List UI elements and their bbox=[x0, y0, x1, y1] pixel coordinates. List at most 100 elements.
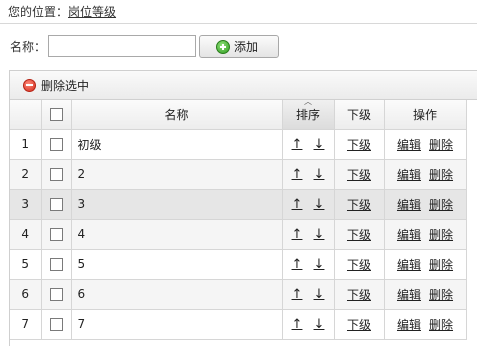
row-select-cell bbox=[41, 129, 72, 160]
row-checkbox[interactable] bbox=[49, 258, 63, 271]
row-sub-cell: 下级 bbox=[334, 159, 385, 190]
edit-link[interactable]: 编辑 bbox=[397, 258, 421, 272]
search-row: 名称： bbox=[10, 35, 197, 57]
delete-link[interactable]: 删除 bbox=[429, 258, 453, 272]
header-name[interactable]: 名称 bbox=[71, 100, 283, 130]
grade-table: 名称 ︿ 排序 下级 操作 1 初级 ↑ ↓ 下级 编辑 删除 2 2 ↑ ↓ 下级 编辑 删除 3 3 ↑ ↓ 下… bbox=[10, 97, 467, 340]
delete-link[interactable]: 删除 bbox=[429, 228, 453, 242]
row-ops-cell: 编辑 删除 bbox=[384, 279, 467, 310]
header-sort[interactable]: ︿ 排序 bbox=[282, 97, 335, 130]
sort-asc-icon: ︿ bbox=[304, 97, 312, 106]
delete-link[interactable]: 删除 bbox=[429, 198, 453, 212]
edit-link[interactable]: 编辑 bbox=[397, 138, 421, 152]
row-name: 6 bbox=[71, 279, 283, 310]
move-down-arrow-icon[interactable]: ↓ bbox=[313, 167, 325, 182]
row-sub-cell: 下级 bbox=[334, 219, 385, 250]
table-row[interactable]: 7 7 ↑ ↓ 下级 编辑 删除 bbox=[10, 309, 467, 340]
edit-link[interactable]: 编辑 bbox=[397, 198, 421, 212]
row-sort-cell: ↑ ↓ bbox=[282, 279, 335, 310]
row-ops-cell: 编辑 删除 bbox=[384, 189, 467, 220]
row-name: 3 bbox=[71, 189, 283, 220]
move-up-arrow-icon[interactable]: ↑ bbox=[291, 317, 303, 332]
sub-level-link[interactable]: 下级 bbox=[347, 138, 371, 152]
sub-level-link[interactable]: 下级 bbox=[347, 168, 371, 182]
header-sub: 下级 bbox=[334, 100, 385, 130]
delete-link[interactable]: 删除 bbox=[429, 168, 453, 182]
row-sub-cell: 下级 bbox=[334, 249, 385, 280]
sub-level-link[interactable]: 下级 bbox=[347, 198, 371, 212]
table-row[interactable]: 6 6 ↑ ↓ 下级 编辑 删除 bbox=[10, 279, 467, 310]
move-up-arrow-icon[interactable]: ↑ bbox=[291, 227, 303, 242]
move-down-arrow-icon[interactable]: ↓ bbox=[313, 317, 325, 332]
move-up-arrow-icon[interactable]: ↑ bbox=[291, 167, 303, 182]
sub-level-link[interactable]: 下级 bbox=[347, 318, 371, 332]
select-all-checkbox[interactable] bbox=[49, 108, 63, 122]
row-name: 4 bbox=[71, 219, 283, 250]
row-checkbox[interactable] bbox=[49, 288, 63, 301]
delete-link[interactable]: 删除 bbox=[429, 138, 453, 152]
row-checkbox[interactable] bbox=[49, 138, 63, 151]
row-checkbox[interactable] bbox=[49, 318, 63, 331]
sub-level-link[interactable]: 下级 bbox=[347, 228, 371, 242]
row-sub-cell: 下级 bbox=[334, 279, 385, 310]
row-sort-cell: ↑ ↓ bbox=[282, 309, 335, 340]
move-down-arrow-icon[interactable]: ↓ bbox=[313, 257, 325, 272]
move-down-arrow-icon[interactable]: ↓ bbox=[313, 287, 325, 302]
search-label: 名称： bbox=[10, 39, 47, 54]
name-search-input[interactable] bbox=[48, 35, 197, 57]
data-grid: 删除选中 名称 ︿ 排序 下级 操作 1 初级 ↑ ↓ 下级 编辑 删除 2 2 ↑ ↓ bbox=[9, 70, 477, 346]
row-select-cell bbox=[41, 249, 72, 280]
row-number: 4 bbox=[10, 219, 42, 250]
row-ops-cell: 编辑 删除 bbox=[384, 159, 467, 190]
row-select-cell bbox=[41, 279, 72, 310]
move-up-arrow-icon[interactable]: ↑ bbox=[291, 257, 303, 272]
row-sort-cell: ↑ ↓ bbox=[282, 129, 335, 160]
delete-link[interactable]: 删除 bbox=[429, 318, 453, 332]
edit-link[interactable]: 编辑 bbox=[397, 318, 421, 332]
edit-link[interactable]: 编辑 bbox=[397, 168, 421, 182]
breadcrumb-current-link[interactable]: 岗位等级 bbox=[68, 5, 116, 19]
table-row[interactable]: 2 2 ↑ ↓ 下级 编辑 删除 bbox=[10, 159, 467, 190]
edit-link[interactable]: 编辑 bbox=[397, 288, 421, 302]
delete-link[interactable]: 删除 bbox=[429, 288, 453, 302]
row-number: 1 bbox=[10, 129, 42, 160]
delete-selected-button[interactable]: 删除选中 bbox=[41, 77, 89, 94]
row-sort-cell: ↑ ↓ bbox=[282, 189, 335, 220]
sub-level-link[interactable]: 下级 bbox=[347, 288, 371, 302]
header-rownum bbox=[10, 100, 42, 130]
row-number: 5 bbox=[10, 249, 42, 280]
row-ops-cell: 编辑 删除 bbox=[384, 249, 467, 280]
header-divider bbox=[0, 23, 477, 24]
edit-link[interactable]: 编辑 bbox=[397, 228, 421, 242]
table-row[interactable]: 1 初级 ↑ ↓ 下级 编辑 删除 bbox=[10, 129, 467, 160]
row-name: 2 bbox=[71, 159, 283, 190]
row-checkbox[interactable] bbox=[49, 198, 63, 211]
sub-level-link[interactable]: 下级 bbox=[347, 258, 371, 272]
minus-circle-icon[interactable] bbox=[23, 78, 36, 92]
row-checkbox[interactable] bbox=[49, 168, 63, 181]
row-sort-cell: ↑ ↓ bbox=[282, 249, 335, 280]
row-select-cell bbox=[41, 189, 72, 220]
row-ops-cell: 编辑 删除 bbox=[384, 219, 467, 250]
move-up-arrow-icon[interactable]: ↑ bbox=[291, 287, 303, 302]
move-down-arrow-icon[interactable]: ↓ bbox=[313, 227, 325, 242]
add-button-label: 添加 bbox=[234, 40, 259, 54]
move-up-arrow-icon[interactable]: ↑ bbox=[291, 197, 303, 212]
table-row[interactable]: 5 5 ↑ ↓ 下级 编辑 删除 bbox=[10, 249, 467, 280]
add-button[interactable]: 添加 bbox=[199, 35, 279, 58]
header-ops: 操作 bbox=[384, 100, 467, 130]
row-sort-cell: ↑ ↓ bbox=[282, 159, 335, 190]
row-sub-cell: 下级 bbox=[334, 189, 385, 220]
row-ops-cell: 编辑 删除 bbox=[384, 309, 467, 340]
table-header-row: 名称 ︿ 排序 下级 操作 bbox=[10, 97, 467, 130]
move-down-arrow-icon[interactable]: ↓ bbox=[313, 197, 325, 212]
move-up-arrow-icon[interactable]: ↑ bbox=[291, 137, 303, 152]
breadcrumb-prefix: 您的位置： bbox=[8, 5, 69, 19]
row-select-cell bbox=[41, 309, 72, 340]
row-checkbox[interactable] bbox=[49, 228, 63, 241]
table-row[interactable]: 3 3 ↑ ↓ 下级 编辑 删除 bbox=[10, 189, 467, 220]
row-name: 5 bbox=[71, 249, 283, 280]
table-row[interactable]: 4 4 ↑ ↓ 下级 编辑 删除 bbox=[10, 219, 467, 250]
move-down-arrow-icon[interactable]: ↓ bbox=[313, 137, 325, 152]
header-sort-label: 排序 bbox=[295, 107, 320, 122]
